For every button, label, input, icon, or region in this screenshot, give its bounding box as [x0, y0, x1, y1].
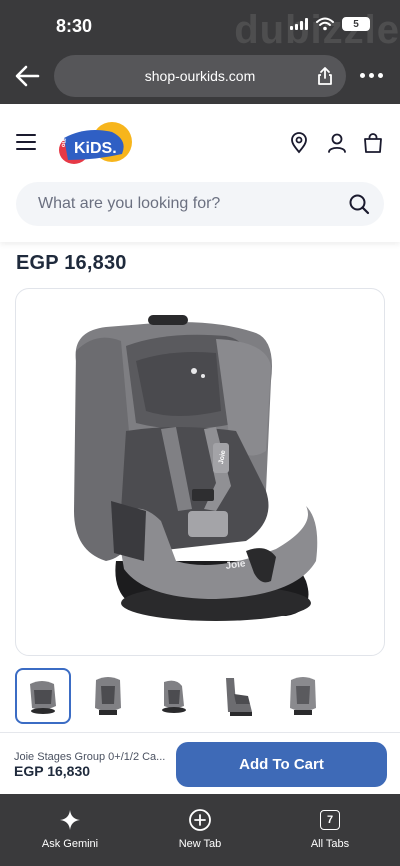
thumbnail-3[interactable]	[145, 668, 201, 724]
ourkids-logo[interactable]: KiDS. our	[56, 120, 136, 168]
add-to-cart-button[interactable]: Add To Cart	[176, 742, 387, 787]
cart-product-price: EGP 16,830	[14, 763, 91, 779]
signal-icon	[290, 18, 308, 30]
site-header: KiDS. our What are you looking for?	[0, 104, 400, 242]
hamburger-menu-icon[interactable]	[16, 134, 36, 150]
search-icon[interactable]	[348, 193, 370, 215]
location-pin-icon[interactable]	[288, 132, 310, 154]
sticky-cart-bar: Joie Stages Group 0+/1/2 Ca... EGP 16,83…	[0, 732, 400, 794]
share-icon[interactable]	[316, 66, 334, 86]
svg-text:KiDS.: KiDS.	[74, 140, 117, 157]
all-tabs-label: All Tabs	[310, 838, 350, 850]
battery-icon: 5	[342, 17, 370, 31]
new-tab-label: New Tab	[178, 838, 222, 850]
thumbnail-5[interactable]	[275, 668, 331, 724]
shopping-bag-icon[interactable]	[362, 132, 384, 154]
tab-count: 7	[320, 810, 340, 830]
thumbnail-2[interactable]	[80, 668, 136, 724]
search-input[interactable]: What are you looking for?	[16, 182, 384, 226]
plus-circle-icon	[188, 808, 212, 832]
cart-product-name: Joie Stages Group 0+/1/2 Ca...	[14, 751, 166, 763]
page: dubizzle 8:30 5 shop-ourkids.com KiDS. o…	[0, 0, 400, 866]
url-text: shop-ourkids.com	[144, 68, 256, 84]
back-arrow-icon[interactable]	[12, 62, 42, 90]
product-price: EGP 16,830	[16, 252, 127, 274]
browser-toolbar: Ask Gemini New Tab 7 All Tabs	[0, 794, 400, 866]
wifi-icon	[316, 17, 334, 31]
thumbnail-strip	[15, 668, 400, 724]
all-tabs-button[interactable]: 7 All Tabs	[290, 808, 370, 850]
thumbnail-4[interactable]	[210, 668, 266, 724]
status-icons: 5	[290, 17, 370, 31]
new-tab-button[interactable]: New Tab	[160, 808, 240, 850]
url-bar[interactable]: shop-ourkids.com	[54, 55, 346, 97]
tabs-icon: 7	[318, 808, 342, 832]
ask-gemini-label: Ask Gemini	[41, 838, 99, 850]
user-account-icon[interactable]	[326, 132, 348, 154]
sparkle-icon	[58, 808, 82, 832]
product-image-card[interactable]: Joie Joie	[15, 288, 385, 656]
ask-gemini-button[interactable]: Ask Gemini	[30, 808, 110, 850]
thumbnail-1[interactable]	[15, 668, 71, 724]
search-placeholder: What are you looking for?	[38, 195, 221, 212]
more-options-icon[interactable]	[360, 66, 384, 84]
browser-chrome: dubizzle 8:30 5 shop-ourkids.com	[0, 0, 400, 104]
car-seat-image: Joie Joie	[74, 315, 318, 621]
status-time: 8:30	[56, 16, 93, 36]
